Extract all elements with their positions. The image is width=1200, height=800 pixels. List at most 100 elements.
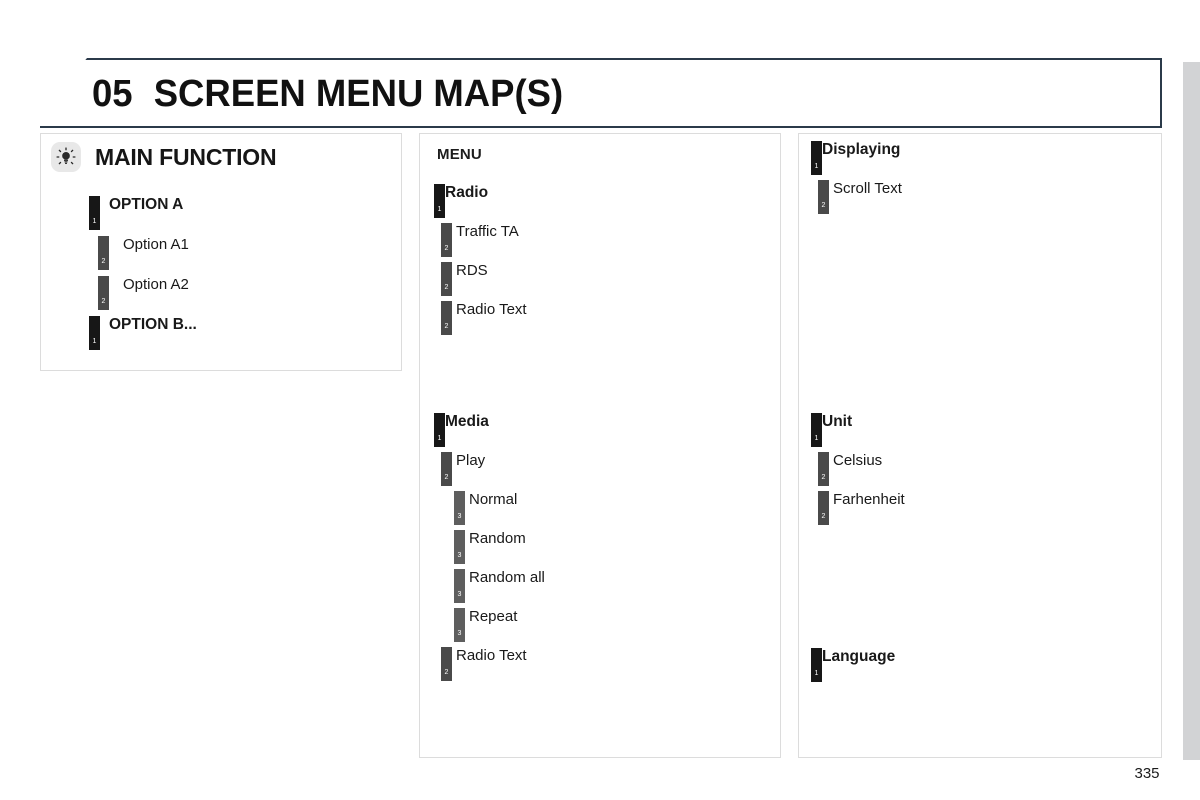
level-marker-number: 2 [444,323,449,330]
menu-row-label: Language [822,648,896,665]
menu-row-level-2[interactable]: 2 Farhenheit [818,491,905,530]
menu-row-label: Radio [445,184,489,201]
menu-row-level-1[interactable]: 1 Displaying [811,141,905,180]
menu-row-level-2[interactable]: 2 Option A1 [98,236,197,276]
level-marker-number: 1 [437,435,442,442]
level-marker-number: 2 [444,284,449,291]
level-marker-number: 2 [821,474,826,481]
menu-row-level-2[interactable]: 2 RDS [441,262,545,301]
main-function-header: MAIN FUNCTION [51,142,277,172]
level-marker-number: 1 [814,163,819,170]
level-marker-2: 2 [441,262,452,296]
level-marker-2: 2 [98,276,109,310]
menu-row-level-3[interactable]: 3 Repeat [454,608,545,647]
level-marker-number: 2 [101,258,106,265]
level-marker-1: 1 [811,648,822,682]
settings-panel: 1 Displaying 2 Scroll Text 1 Unit 2 Celsius 2 Far… [798,133,1162,758]
menu-row-level-2[interactable]: 2 Play [441,452,545,491]
level-marker-2: 2 [818,452,829,486]
menu-row-label: Random all [469,569,545,586]
level-marker-2: 2 [818,491,829,525]
menu-row-level-2[interactable]: 2 Celsius [818,452,905,491]
menu-row-level-2[interactable]: 2 Scroll Text [818,180,905,219]
level-marker-number: 2 [444,669,449,676]
level-marker-1: 1 [434,184,445,218]
menu-row-label: Displaying [822,141,901,158]
page-number: 335 [1134,765,1160,782]
menu-row-label: Normal [469,491,518,508]
menu-row-level-3[interactable]: 3 Normal [454,491,545,530]
menu-row-label: Celsius [833,452,883,469]
menu-row-level-1[interactable]: 1 Unit [811,413,905,452]
menu-row-label: Play [456,452,486,469]
menu-row-label: Random [469,530,526,547]
menu-row-level-2[interactable]: 2 Option A2 [98,276,197,316]
page-title: 05 SCREEN MENU MAP(S) [92,70,563,118]
level-marker-number: 2 [821,202,826,209]
level-marker-number: 1 [92,218,97,225]
level-marker-number: 2 [821,513,826,520]
menu-row-label: Media [445,413,489,430]
level-marker-3: 3 [454,608,465,642]
level-marker-2: 2 [441,647,452,681]
menu-row-label: Radio Text [456,647,527,664]
level-marker-number: 1 [437,206,442,213]
level-marker-2: 2 [98,236,109,270]
light-bulb-icon [51,142,81,172]
level-marker-number: 3 [457,552,462,559]
menu-row-level-1[interactable]: 1 Language [811,648,905,687]
menu-row-label: Repeat [469,608,518,625]
level-marker-number: 1 [814,435,819,442]
page-edge-tab [1183,62,1200,760]
level-marker-2: 2 [441,301,452,335]
menu-row-level-3[interactable]: 3 Random all [454,569,545,608]
menu-row-label: Unit [822,413,853,430]
menu-row-label: RDS [456,262,488,279]
level-marker-3: 3 [454,530,465,564]
level-marker-number: 3 [457,591,462,598]
menu-row-label: OPTION A [109,196,184,213]
main-function-panel: MAIN FUNCTION 1 OPTION A 2 Option A1 2 Option… [40,133,402,371]
menu-row-label: Option A1 [123,236,189,253]
menu-row-level-1[interactable]: 1 OPTION A [89,196,197,236]
level-marker-2: 2 [441,452,452,486]
menu-row-level-2[interactable]: 2 Radio Text [441,647,545,686]
level-marker-1: 1 [811,141,822,175]
level-marker-1: 1 [811,413,822,447]
level-marker-number: 1 [814,670,819,677]
menu-caption: MENU [437,146,482,163]
menu-row-level-1[interactable]: 1 Radio [434,184,545,223]
menu-row-level-1[interactable]: 1 OPTION B... [89,316,197,356]
chapter-title: SCREEN MENU MAP(S) [153,72,564,115]
menu-row-label: Option A2 [123,276,189,293]
menu-row-label: Radio Text [456,301,527,318]
menu-row-label: Farhenheit [833,491,905,508]
manual-page: 05 SCREEN MENU MAP(S) MAIN FUNCTION 1 OP… [0,0,1200,800]
level-marker-number: 3 [457,630,462,637]
level-marker-number: 1 [92,338,97,345]
menu-row-level-1[interactable]: 1 Media [434,413,545,452]
level-marker-number: 2 [101,298,106,305]
menu-row-level-2[interactable]: 2 Radio Text [441,301,545,340]
level-marker-number: 2 [444,245,449,252]
chapter-number: 05 [92,72,133,115]
menu-row-label: Scroll Text [833,180,902,197]
menu-row-level-3[interactable]: 3 Random [454,530,545,569]
settings-tree: 1 Displaying 2 Scroll Text 1 Unit 2 Celsius 2 Far… [811,141,905,687]
main-function-title: MAIN FUNCTION [95,143,277,170]
level-marker-1: 1 [89,196,100,230]
menu-panel: MENU 1 Radio 2 Traffic TA 2 RDS 2 Radio Text 1 Me… [419,133,781,758]
level-marker-3: 3 [454,491,465,525]
menu-row-label: Traffic TA [456,223,519,240]
level-marker-2: 2 [441,223,452,257]
level-marker-number: 2 [444,474,449,481]
level-marker-3: 3 [454,569,465,603]
menu-tree: 1 Radio 2 Traffic TA 2 RDS 2 Radio Text 1 Media 2 P… [434,184,545,686]
main-function-tree: 1 OPTION A 2 Option A1 2 Option A2 1 OPTION B..… [89,196,197,356]
level-marker-1: 1 [434,413,445,447]
menu-row-level-2[interactable]: 2 Traffic TA [441,223,545,262]
level-marker-1: 1 [89,316,100,350]
